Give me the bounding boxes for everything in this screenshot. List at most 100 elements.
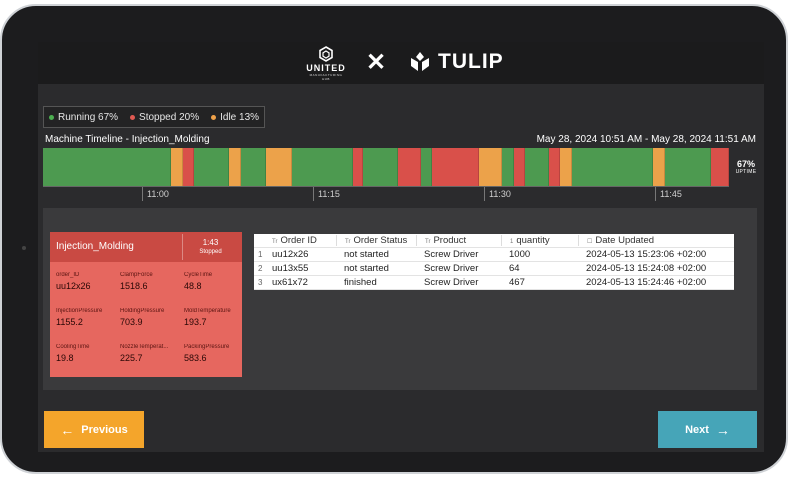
col-label: Order Status	[353, 235, 408, 246]
metric-nozzle-temperature: NozzleTemperat... 225.7	[120, 344, 180, 363]
col-label: Order ID	[280, 235, 317, 246]
tulip-flower-icon	[411, 52, 429, 71]
timeline-segment-running[interactable]	[420, 148, 433, 186]
metric-value: uu12x26	[56, 281, 91, 291]
legend-stopped-label: Stopped 20%	[139, 111, 200, 123]
united-brand-name: UNITED	[306, 63, 346, 73]
timeline-segment-running[interactable]	[194, 148, 230, 186]
camera-dot	[22, 246, 26, 250]
cell-order-id: uu12x26	[272, 249, 309, 260]
row-number: 2	[258, 264, 263, 273]
timeline-segment-running[interactable]	[571, 148, 654, 186]
metric-key: CycleTime	[184, 272, 213, 278]
row-number: 1	[258, 250, 263, 259]
arrow-left-icon: ←	[60, 421, 75, 438]
next-label: Next	[685, 423, 709, 436]
text-type-icon: Tr	[425, 239, 431, 245]
timeline-segment-running[interactable]	[362, 148, 398, 186]
timeline-segment-running[interactable]	[240, 148, 267, 186]
table-header-row: Tr Order ID Tr Order Status Tr Product 1 qua…	[254, 234, 734, 248]
metric-key: ClampForce	[120, 272, 153, 278]
metric-injection-pressure: InjectionPressure 1155.2	[56, 308, 116, 327]
timeline-segment-stopped[interactable]	[513, 148, 526, 186]
timeline-segment-stopped[interactable]	[711, 148, 729, 186]
metric-order-id: order_ID uu12x26	[56, 272, 116, 291]
timeline-segment-idle[interactable]	[478, 148, 503, 186]
axis-tick: 11:00	[142, 187, 169, 201]
cell-date: 2024-05-13 15:24:08 +02:00	[586, 263, 707, 274]
metric-value: 703.9	[120, 317, 143, 327]
metric-key: CoolingTime	[56, 344, 90, 350]
table-row[interactable]: 3 ux61x72 finished Screw Driver 467 2024…	[254, 276, 734, 290]
running-dot-icon	[49, 114, 54, 120]
stopped-dot-icon	[130, 114, 136, 120]
text-type-icon: Tr	[345, 239, 351, 245]
table-row[interactable]: 1 uu12x26 not started Screw Driver 1000 …	[254, 248, 734, 262]
tablet-frame: UNITED MANUFACTURING HUB ✕ TULIP Running…	[0, 4, 788, 474]
metric-cycle-time: CycleTime 48.8	[184, 272, 244, 291]
metric-cooling-time: CoolingTime 19.8	[56, 344, 116, 363]
metric-key: PackingPressure	[184, 344, 230, 350]
timeline-segment-idle[interactable]	[653, 148, 665, 186]
col-order-status[interactable]: Tr Order Status	[336, 235, 416, 246]
uptime-label: UPTIME	[735, 169, 757, 175]
metric-key: NozzleTemperat...	[120, 344, 169, 350]
metric-mold-temperature: MoldTemperature 193.7	[184, 308, 244, 327]
legend-running-label: Running 67%	[58, 111, 119, 123]
card-header: Injection_Molding 1:43 Stopped	[50, 232, 242, 262]
timeline-segment-idle[interactable]	[266, 148, 292, 186]
previous-label: Previous	[81, 423, 128, 436]
timeline-title: Machine Timeline - Injection_Molding	[45, 134, 210, 145]
timeline-segment-stopped[interactable]	[548, 148, 561, 186]
uptime-indicator: 67% UPTIME	[732, 159, 760, 175]
timeline-segment-running[interactable]	[525, 148, 549, 186]
legend-idle: Idle 13%	[211, 112, 259, 123]
arrow-right-icon: →	[715, 421, 730, 438]
timeline-segment-stopped[interactable]	[182, 148, 195, 186]
timeline-segment-running[interactable]	[43, 148, 171, 186]
timeline-segment-stopped[interactable]	[397, 148, 421, 186]
machine-name: Injection_Molding	[56, 241, 134, 252]
cell-order-id: uu13x55	[272, 263, 309, 274]
timer-value: 1:43	[202, 238, 219, 247]
metric-value: 225.7	[120, 353, 143, 363]
legend-stopped: Stopped 20%	[130, 112, 199, 123]
text-type-icon: Tr	[272, 239, 278, 245]
timeline-segment-idle[interactable]	[229, 148, 241, 186]
timeline-axis: 11:00 11:15 11:30 11:45	[43, 186, 729, 201]
metric-value: 1518.6	[120, 281, 148, 291]
metric-key: MoldTemperature	[184, 308, 231, 314]
table-row[interactable]: 2 uu13x55 not started Screw Driver 64 20…	[254, 262, 734, 276]
timeline-segment-running[interactable]	[291, 148, 354, 186]
timeline-segment-running[interactable]	[664, 148, 712, 186]
orders-table: Tr Order ID Tr Order Status Tr Product 1 qua…	[254, 234, 734, 290]
metric-packing-pressure: PackingPressure 583.6	[184, 344, 244, 363]
app-screen: UNITED MANUFACTURING HUB ✕ TULIP Running…	[38, 42, 764, 452]
machine-status-card[interactable]: Injection_Molding 1:43 Stopped order_ID …	[50, 232, 242, 377]
timeline-segment-running[interactable]	[502, 148, 514, 186]
axis-tick: 11:30	[484, 187, 511, 201]
col-quantity[interactable]: 1 quantity	[501, 235, 578, 246]
axis-tick: 11:45	[655, 187, 682, 201]
metric-holding-pressure: HoldingPressure 703.9	[120, 308, 180, 327]
calendar-icon: ☐	[587, 239, 593, 245]
cell-product: Screw Driver	[424, 263, 479, 274]
tulip-brand-name: TULIP	[438, 50, 504, 73]
col-label: Date Updated	[595, 235, 655, 246]
axis-tick: 11:15	[313, 187, 340, 201]
hexagon-logo-icon	[319, 46, 333, 62]
next-button[interactable]: Next →	[658, 411, 757, 448]
timeline-segment-stopped[interactable]	[432, 148, 479, 186]
timeline-segment-idle[interactable]	[560, 148, 572, 186]
timeline-segment-idle[interactable]	[170, 148, 183, 186]
timeline-segment-stopped[interactable]	[353, 148, 363, 186]
col-order-id[interactable]: Tr Order ID	[264, 235, 336, 246]
cell-status: finished	[344, 277, 377, 288]
machine-timeline-bar[interactable]	[43, 148, 729, 186]
metric-value: 1155.2	[56, 317, 83, 327]
col-product[interactable]: Tr Product	[416, 235, 501, 246]
row-number: 3	[258, 278, 263, 287]
col-date-updated[interactable]: ☐ Date Updated	[578, 235, 728, 246]
col-label: quantity	[516, 235, 550, 246]
previous-button[interactable]: ← Previous	[44, 411, 144, 448]
